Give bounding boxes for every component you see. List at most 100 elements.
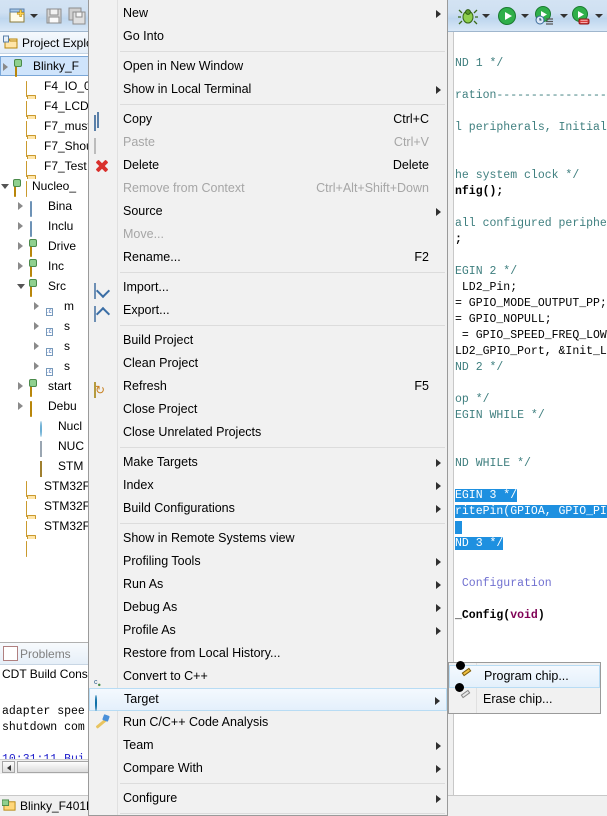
run-icon[interactable] xyxy=(497,6,517,26)
tree-item[interactable]: F4_LCD_ xyxy=(0,96,91,137)
tree-expand-arrow-icon[interactable] xyxy=(34,302,39,310)
tree-item[interactable]: NUC xyxy=(0,436,91,457)
tree-item[interactable]: F4_IO_00 xyxy=(0,76,91,117)
tree-item[interactable]: STM32F xyxy=(0,496,91,537)
tree-item-label: Blinky_F xyxy=(33,59,80,73)
tree-item[interactable]: Bina xyxy=(0,196,91,217)
tree-expand-arrow-icon[interactable] xyxy=(18,202,23,210)
tree-item[interactable]: Inclu xyxy=(0,216,91,237)
tree-item[interactable]: Src xyxy=(0,276,91,297)
new-project-icon[interactable] xyxy=(8,6,28,26)
menu-item-convert-to-c[interactable]: c●C++ Convert to C++ xyxy=(89,665,447,709)
tree-expand-arrow-icon[interactable] xyxy=(34,362,39,370)
menu-item-index[interactable]: Index xyxy=(89,474,447,497)
save-icon[interactable] xyxy=(44,6,64,26)
tree-item[interactable]: Nucl xyxy=(0,416,91,437)
tree-expand-arrow-icon[interactable] xyxy=(18,382,23,390)
menu-item-close-unrelated-projects[interactable]: Close Unrelated Projects xyxy=(89,421,447,444)
tree-item[interactable]: Drive xyxy=(0,236,91,257)
tree-item[interactable]: Inc xyxy=(0,256,91,277)
console-horizontal-scrollbar[interactable] xyxy=(0,759,92,774)
menu-item-source[interactable]: Source xyxy=(89,200,447,223)
tree-expand-arrow-icon[interactable] xyxy=(34,322,39,330)
tree-item[interactable]: .c s xyxy=(0,356,91,376)
menu-item-restore-from-local-history[interactable]: Restore from Local History... xyxy=(89,642,447,665)
run-dropdown-arrow[interactable] xyxy=(521,14,529,18)
menu-item-compare-with[interactable]: Compare With xyxy=(89,757,447,780)
tree-item[interactable]: start xyxy=(0,376,91,397)
run-history-icon[interactable] xyxy=(534,6,554,26)
external-tools-icon[interactable] xyxy=(571,6,591,26)
menu-item-show-in-local-terminal[interactable]: Show in Local Terminal xyxy=(89,78,447,101)
menu-item-build-configurations[interactable]: Build Configurations xyxy=(89,497,447,520)
menu-item-show-in-remote-systems-view[interactable]: Show in Remote Systems view xyxy=(89,527,447,550)
tree-expand-arrow-icon[interactable] xyxy=(18,262,23,270)
tree-collapse-arrow-icon[interactable] xyxy=(1,184,9,189)
new-dropdown-arrow[interactable] xyxy=(30,14,38,18)
tree-expand-arrow-icon[interactable] xyxy=(3,63,8,71)
menu-item-configure[interactable]: Configure xyxy=(89,787,447,810)
menu-item-close-project[interactable]: Close Project xyxy=(89,398,447,421)
menu-item-label: Rename... xyxy=(123,250,181,264)
scroll-left-arrow-icon[interactable] xyxy=(2,761,15,773)
debug-icon[interactable] xyxy=(458,6,478,26)
menu-item-make-targets[interactable]: Make Targets xyxy=(89,451,447,474)
save-all-icon[interactable] xyxy=(67,6,87,26)
menu-item-delete[interactable]: Delete Delete xyxy=(89,154,447,177)
tree-expand-arrow-icon[interactable] xyxy=(34,342,39,350)
tree-item[interactable]: F7_must xyxy=(0,116,91,157)
tree-item[interactable]: .c s xyxy=(0,336,91,356)
tree-collapse-arrow-icon[interactable] xyxy=(17,284,25,289)
tree-expand-arrow-icon[interactable] xyxy=(18,242,23,250)
menu-separator xyxy=(89,780,447,787)
tree-item[interactable]: Debu xyxy=(0,396,91,417)
menu-item-import[interactable]: Import... xyxy=(89,276,447,299)
project-explorer-tabbar[interactable]: Project Explo xyxy=(0,32,92,54)
menu-item-build-project[interactable]: Build Project xyxy=(89,329,447,352)
tree-expand-arrow-icon[interactable] xyxy=(18,402,23,410)
submenu-item-program-chip[interactable]: Program chip... xyxy=(449,661,600,688)
project-context-menu[interactable]: New Go Into Open in New Window Show in Loca… xyxy=(88,0,448,816)
menu-item-run-as[interactable]: Run As xyxy=(89,573,447,596)
tree-item[interactable]: STM xyxy=(0,456,91,477)
menu-item-export[interactable]: Export... xyxy=(89,299,447,322)
tree-item-label: Inclu xyxy=(48,219,74,233)
tree-item[interactable]: Blinky_F xyxy=(0,56,91,77)
menu-item-profiling-tools[interactable]: Profiling Tools xyxy=(89,550,447,573)
tree-item[interactable]: .c m xyxy=(0,296,91,316)
run-history-dropdown-arrow[interactable] xyxy=(560,14,568,18)
menu-item-refresh[interactable]: Refresh F5 xyxy=(89,375,447,398)
project-explorer-tab-label: Project Explo xyxy=(22,36,92,50)
menu-item-label: Delete xyxy=(123,158,160,172)
menu-item-rename[interactable]: Rename... F2 xyxy=(89,246,447,269)
problems-tab-label[interactable]: Problems xyxy=(20,647,71,661)
menu-item-target[interactable]: Target xyxy=(89,688,447,711)
menu-item-team[interactable]: Team xyxy=(89,734,447,757)
console-tabbar[interactable]: Problems xyxy=(0,643,92,665)
menu-item-go-into[interactable]: Go Into xyxy=(89,25,447,48)
target-submenu[interactable]: Program chip... Erase chip... xyxy=(448,661,601,714)
menu-item-copy[interactable]: Copy Ctrl+C xyxy=(89,108,447,131)
menu-item-new[interactable]: New xyxy=(89,2,447,25)
project-tree[interactable]: Blinky_F F4_IO_00 F4_LCD_ F7_must F7_Shou F7_… xyxy=(0,56,91,557)
menu-item-label: Convert to C++ xyxy=(123,669,208,683)
submenu-item-erase-chip[interactable]: Erase chip... xyxy=(449,683,600,711)
menu-item-label: Compare With xyxy=(123,761,203,775)
tree-expand-arrow-icon[interactable] xyxy=(18,222,23,230)
tree-item-label: NUC xyxy=(58,439,84,453)
menu-item-run-c-c-code-analysis[interactable]: Run C/C++ Code Analysis xyxy=(89,711,447,734)
console-view: Problems CDT Build Conso adapter spee shu… xyxy=(0,642,92,794)
menu-item-clean-project[interactable]: Clean Project xyxy=(89,352,447,375)
tree-item[interactable]: STM32F xyxy=(0,476,91,517)
menu-item-profile-as[interactable]: Profile As xyxy=(89,619,447,642)
debug-dropdown-arrow[interactable] xyxy=(482,14,490,18)
scrollbar-thumb[interactable] xyxy=(17,761,89,773)
menu-item-debug-as[interactable]: Debug As xyxy=(89,596,447,619)
tree-item[interactable]: Nucleo_ xyxy=(0,176,91,197)
menu-item-open-in-new-window[interactable]: Open in New Window xyxy=(89,55,447,78)
tree-item[interactable]: F7_Shou xyxy=(0,136,91,177)
tree-item[interactable]: .c s xyxy=(0,316,91,336)
tree-item[interactable]: F7_Test xyxy=(0,156,91,197)
external-tools-dropdown-arrow[interactable] xyxy=(595,14,603,18)
tree-item[interactable]: STM32F xyxy=(0,516,91,557)
